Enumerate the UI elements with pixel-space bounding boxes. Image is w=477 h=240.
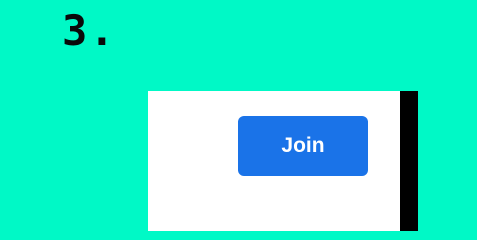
step-number: 3.: [62, 6, 117, 55]
meeting-panel: Join: [148, 91, 400, 231]
panel-edge-bar: [400, 91, 418, 231]
join-button[interactable]: Join: [238, 116, 368, 176]
